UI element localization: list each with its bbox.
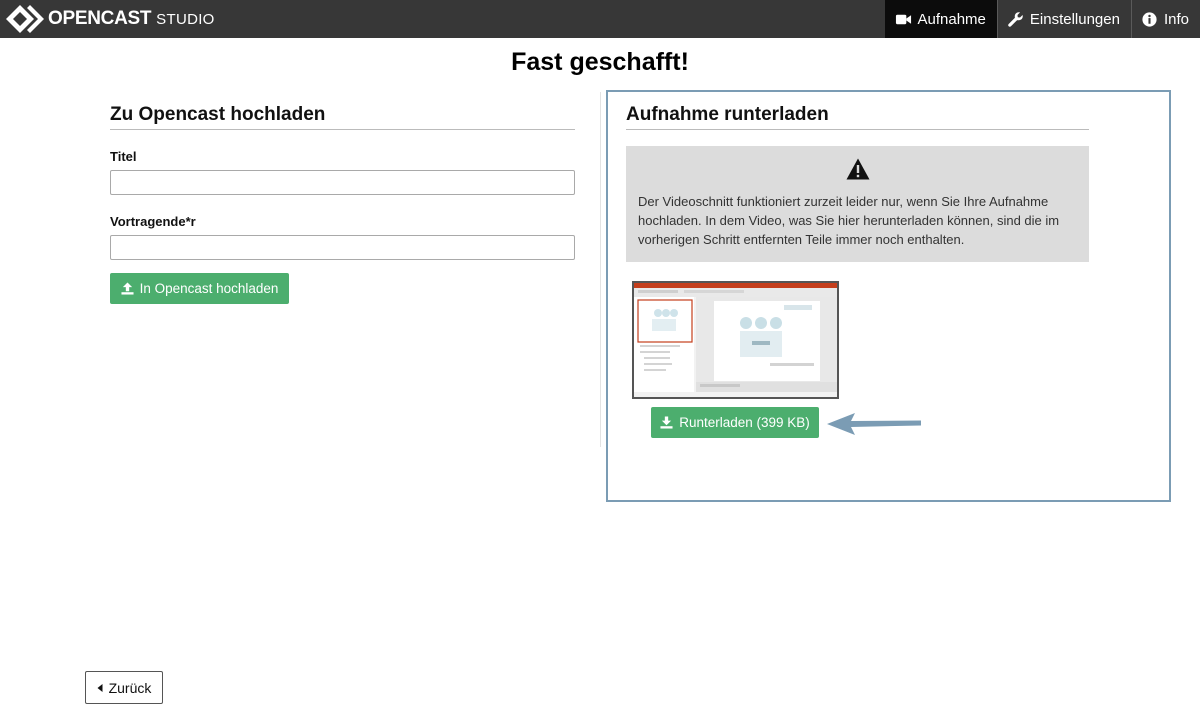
opencast-logo-icon: [6, 5, 44, 33]
presenter-label: Vortragende*r: [110, 214, 196, 229]
column-divider: [600, 92, 601, 447]
brand-name: OPENCAST: [48, 8, 152, 29]
warning-notice-text: Der Videoschnitt funktioniert zurzeit le…: [638, 194, 1060, 247]
warning-triangle-icon: [846, 158, 870, 180]
download-section: Aufnahme runterladen Der Videoschnitt fu…: [626, 104, 1089, 262]
brand-sub: STUDIO: [156, 10, 215, 28]
nav-label: Aufnahme: [917, 10, 986, 28]
pointer-arrow-icon: [827, 413, 921, 435]
upload-button-label: In Opencast hochladen: [139, 281, 279, 296]
download-heading: Aufnahme runterladen: [626, 104, 1089, 130]
page-title: Fast geschafft!: [511, 48, 689, 76]
info-circle-icon: [1141, 11, 1158, 28]
nav-item-einstellungen[interactable]: Einstellungen: [996, 0, 1131, 38]
video-camera-icon: [895, 11, 912, 28]
back-button[interactable]: Zurück: [85, 671, 163, 704]
presenter-input[interactable]: [110, 235, 575, 260]
nav-label: Info: [1163, 10, 1189, 28]
wrench-icon: [1007, 11, 1024, 28]
download-button-label: Runterladen (399 KB): [679, 415, 810, 430]
nav-label: Einstellungen: [1029, 10, 1120, 28]
top-bar: OPENCAST STUDIO Aufnahme Einstellungen I…: [0, 0, 1200, 38]
video-preview: [632, 281, 839, 399]
upload-icon: [121, 282, 134, 295]
brand-logo-link[interactable]: OPENCAST STUDIO: [0, 0, 215, 38]
nav-item-aufnahme[interactable]: Aufnahme: [884, 0, 997, 38]
title-input[interactable]: [110, 170, 575, 195]
main-nav: Aufnahme Einstellungen Info: [884, 0, 1200, 38]
nav-item-info[interactable]: Info: [1130, 0, 1200, 38]
download-icon: [660, 416, 673, 429]
warning-notice: Der Videoschnitt funktioniert zurzeit le…: [626, 146, 1089, 262]
download-button[interactable]: Runterladen (399 KB): [651, 407, 819, 438]
caret-left-icon: [97, 683, 103, 692]
upload-section: Zu Opencast hochladen Titel Vortragende*…: [110, 104, 575, 304]
upload-button[interactable]: In Opencast hochladen: [110, 273, 289, 304]
back-button-label: Zurück: [108, 679, 152, 696]
title-label: Titel: [110, 149, 137, 164]
upload-heading: Zu Opencast hochladen: [110, 104, 575, 130]
